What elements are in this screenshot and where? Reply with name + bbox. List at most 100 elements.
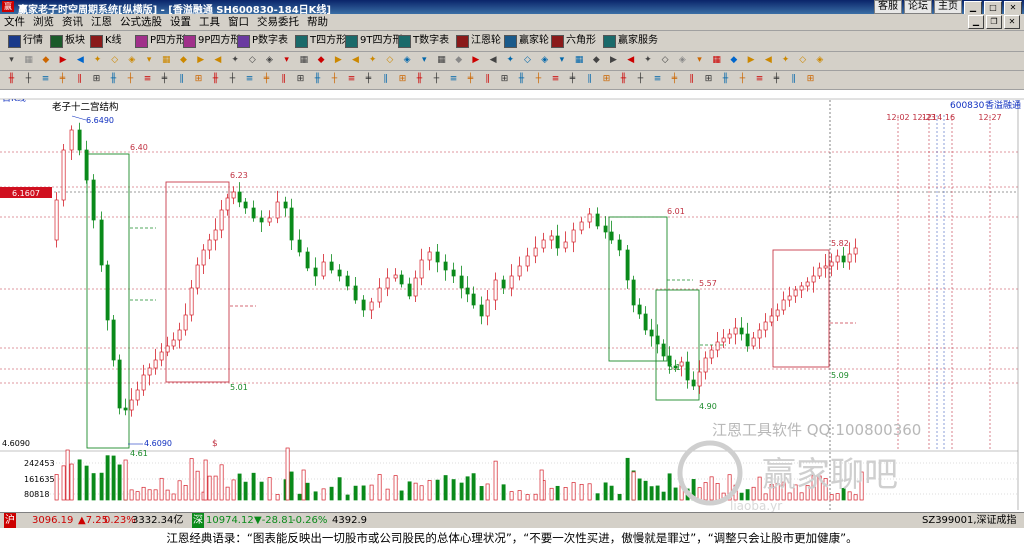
draw-tool-icon[interactable]: ◀ — [350, 55, 361, 66]
analysis-tool-icon[interactable]: ∥ — [788, 74, 799, 85]
analysis-tool-icon[interactable]: ≡ — [550, 74, 561, 85]
menu-formula[interactable]: 公式选股 — [116, 14, 166, 30]
draw-tool-icon[interactable]: ▦ — [23, 55, 34, 66]
draw-tool-icon[interactable]: ▶ — [470, 55, 481, 66]
analysis-tool-icon[interactable]: ┼ — [227, 74, 238, 85]
analysis-tool-icon[interactable]: ╪ — [465, 74, 476, 85]
draw-tool-icon[interactable]: ▶ — [608, 55, 619, 66]
toolbar-button-number-table-p[interactable]: P数字表 — [237, 33, 288, 49]
draw-tool-icon[interactable]: ◀ — [488, 55, 499, 66]
analysis-tool-icon[interactable]: ┼ — [533, 74, 544, 85]
analysis-tool-icon[interactable]: ≡ — [754, 74, 765, 85]
homepage-link[interactable]: 主页 — [934, 0, 962, 14]
draw-tool-icon[interactable]: ▶ — [195, 55, 206, 66]
menu-trade[interactable]: 交易委托 — [253, 14, 303, 30]
analysis-tool-icon[interactable]: ┼ — [635, 74, 646, 85]
menu-browse[interactable]: 浏览 — [29, 14, 58, 30]
analysis-tool-icon[interactable]: ╪ — [363, 74, 374, 85]
kline-chart-panel[interactable]: 04-0804-2205-1105-2506-0906-2307-0707-21… — [0, 90, 1024, 513]
toolbar-button-square-9t[interactable]: 9T四方形 — [345, 33, 402, 49]
analysis-tool-icon[interactable]: ≡ — [40, 74, 51, 85]
analysis-tool-icon[interactable]: ∥ — [482, 74, 493, 85]
draw-tool-icon[interactable]: ◇ — [522, 55, 533, 66]
analysis-tool-icon[interactable]: ∥ — [176, 74, 187, 85]
draw-tool-icon[interactable]: ◈ — [402, 55, 413, 66]
toolbar-button-sector[interactable]: 板块 — [50, 33, 85, 49]
analysis-tool-icon[interactable]: ⊞ — [703, 74, 714, 85]
draw-tool-icon[interactable]: ✦ — [505, 55, 516, 66]
analysis-tool-icon[interactable]: ≡ — [652, 74, 663, 85]
draw-tool-icon[interactable]: ▶ — [333, 55, 344, 66]
toolbar-button-winner-wheel[interactable]: 赢家轮 — [504, 33, 549, 49]
draw-tool-icon[interactable]: ▾ — [144, 55, 155, 66]
toolbar-button-square-p[interactable]: P四方形 — [135, 33, 186, 49]
analysis-tool-icon[interactable]: ┼ — [125, 74, 136, 85]
draw-tool-icon[interactable]: ◈ — [264, 55, 275, 66]
doc-close-icon[interactable]: ✕ — [1004, 15, 1020, 29]
draw-tool-icon[interactable]: ◆ — [728, 55, 739, 66]
analysis-tool-icon[interactable]: ∥ — [74, 74, 85, 85]
kline-chart[interactable]: 04-0804-2205-1105-2506-0906-2307-0707-21… — [0, 90, 1024, 513]
analysis-tool-icon[interactable]: ╫ — [414, 74, 425, 85]
analysis-tool-icon[interactable]: ╪ — [771, 74, 782, 85]
toolbar-button-gann-wheel[interactable]: 江恩轮 — [456, 33, 501, 49]
draw-tool-icon[interactable]: ▦ — [161, 55, 172, 66]
analysis-tool-icon[interactable]: ╪ — [159, 74, 170, 85]
draw-tool-icon[interactable]: ◈ — [677, 55, 688, 66]
customer-service-link[interactable]: 客服 — [874, 0, 902, 14]
analysis-tool-icon[interactable]: ╪ — [57, 74, 68, 85]
draw-tool-icon[interactable]: ✦ — [230, 55, 241, 66]
draw-tool-icon[interactable]: ▦ — [298, 55, 309, 66]
analysis-tool-icon[interactable]: ⊞ — [805, 74, 816, 85]
draw-tool-icon[interactable]: ▦ — [711, 55, 722, 66]
analysis-tool-icon[interactable]: ╫ — [108, 74, 119, 85]
analysis-tool-icon[interactable]: ╪ — [261, 74, 272, 85]
toolbar-button-square-9p[interactable]: 9P四方形 — [183, 33, 240, 49]
analysis-tool-icon[interactable]: ╫ — [618, 74, 629, 85]
toolbar-button-number-table-t[interactable]: T数字表 — [398, 33, 449, 49]
menu-help[interactable]: 帮助 — [303, 14, 332, 30]
analysis-tool-icon[interactable]: ≡ — [244, 74, 255, 85]
draw-tool-icon[interactable]: ◇ — [797, 55, 808, 66]
draw-tool-icon[interactable]: ▶ — [58, 55, 69, 66]
draw-tool-icon[interactable]: ▾ — [419, 55, 430, 66]
draw-tool-icon[interactable]: ▾ — [6, 55, 17, 66]
draw-tool-icon[interactable]: ▶ — [746, 55, 757, 66]
analysis-tool-icon[interactable]: ∥ — [584, 74, 595, 85]
analysis-tool-icon[interactable]: ⊞ — [91, 74, 102, 85]
draw-tool-icon[interactable]: ◆ — [316, 55, 327, 66]
draw-tool-icon[interactable]: ✦ — [367, 55, 378, 66]
draw-tool-icon[interactable]: ◈ — [539, 55, 550, 66]
analysis-tool-icon[interactable]: ≡ — [448, 74, 459, 85]
menu-file[interactable]: 文件 — [0, 14, 29, 30]
draw-tool-icon[interactable]: ▦ — [574, 55, 585, 66]
draw-tool-icon[interactable]: ✦ — [780, 55, 791, 66]
toolbar-button-kline[interactable]: K线 — [90, 33, 122, 49]
analysis-tool-icon[interactable]: ⊞ — [397, 74, 408, 85]
draw-tool-icon[interactable]: ◆ — [40, 55, 51, 66]
draw-tool-icon[interactable]: ◆ — [453, 55, 464, 66]
analysis-tool-icon[interactable]: ⊞ — [601, 74, 612, 85]
toolbar-button-service[interactable]: 赢家服务 — [603, 33, 658, 49]
draw-tool-icon[interactable]: ◈ — [814, 55, 825, 66]
menu-window[interactable]: 窗口 — [224, 14, 253, 30]
draw-tool-icon[interactable]: ◆ — [591, 55, 602, 66]
maximize-icon[interactable]: □ — [984, 1, 1002, 15]
toolbar-button-quote[interactable]: 行情 — [8, 33, 43, 49]
draw-tool-icon[interactable]: ✦ — [92, 55, 103, 66]
analysis-tool-icon[interactable]: ≡ — [142, 74, 153, 85]
draw-tool-icon[interactable]: ▾ — [694, 55, 705, 66]
close-icon[interactable]: ✕ — [1004, 1, 1022, 15]
analysis-tool-icon[interactable]: ∥ — [278, 74, 289, 85]
analysis-tool-icon[interactable]: ┼ — [737, 74, 748, 85]
draw-tool-icon[interactable]: ▦ — [436, 55, 447, 66]
menu-settings[interactable]: 设置 — [166, 14, 195, 30]
analysis-tool-icon[interactable]: ╫ — [6, 74, 17, 85]
analysis-tool-icon[interactable]: ╫ — [720, 74, 731, 85]
draw-tool-icon[interactable]: ◈ — [126, 55, 137, 66]
menu-tools[interactable]: 工具 — [195, 14, 224, 30]
doc-minimize-icon[interactable]: ▁ — [968, 15, 984, 29]
analysis-tool-icon[interactable]: ╫ — [210, 74, 221, 85]
analysis-tool-icon[interactable]: ⊞ — [193, 74, 204, 85]
doc-restore-icon[interactable]: ❐ — [986, 15, 1002, 29]
